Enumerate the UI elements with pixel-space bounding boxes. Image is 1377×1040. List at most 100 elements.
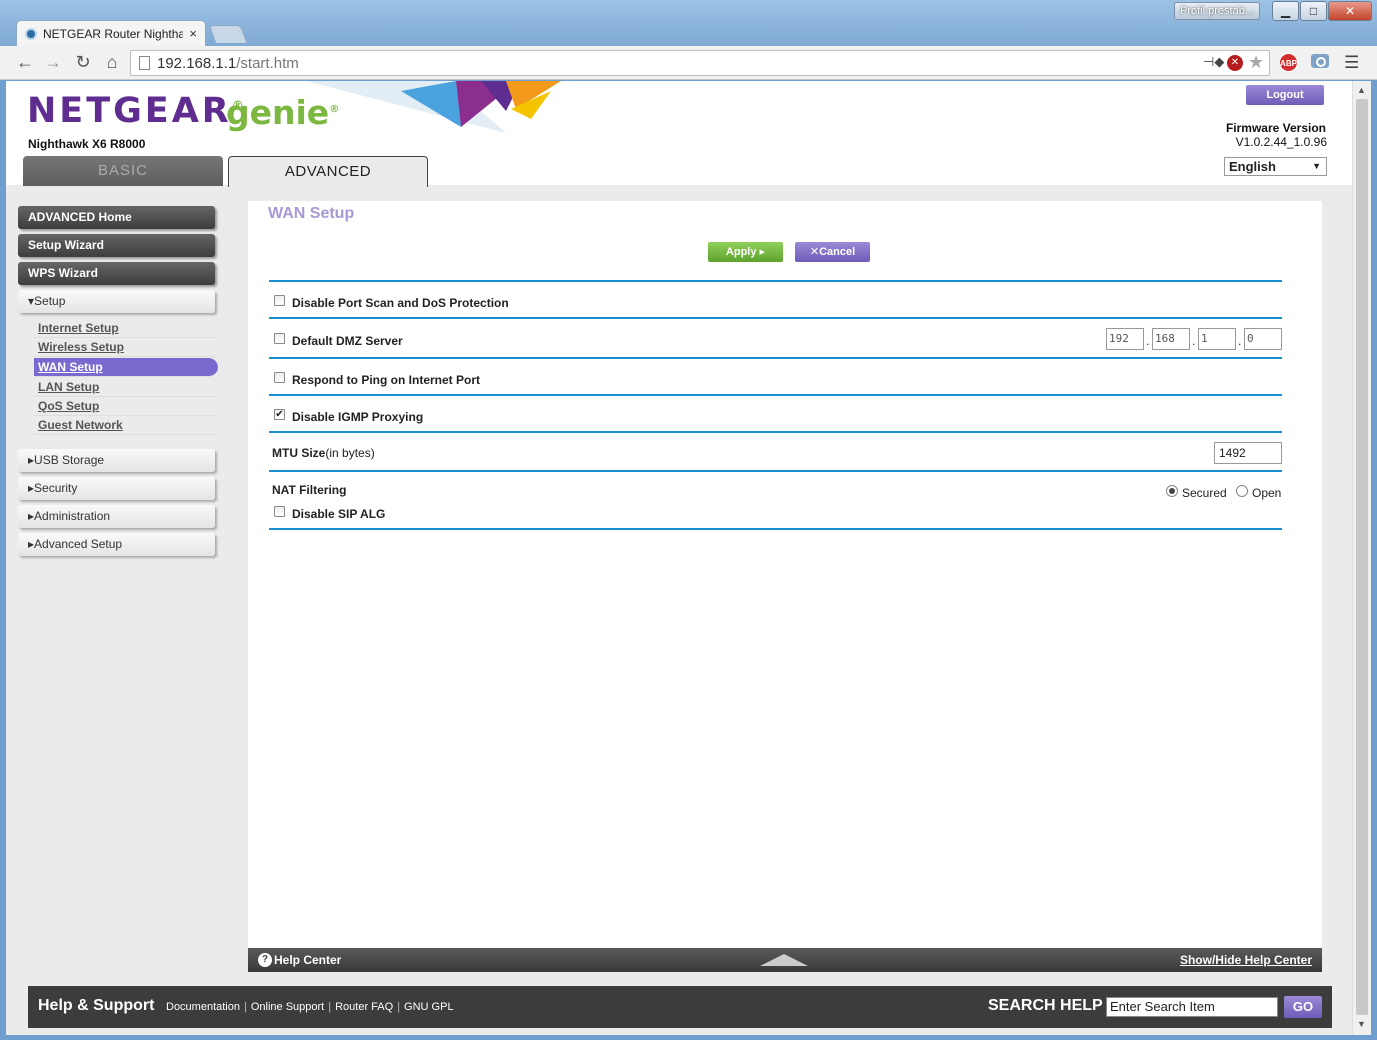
search-help-label: SEARCH HELP	[988, 997, 1103, 1014]
back-icon[interactable]: ←	[14, 51, 36, 73]
nat-open-label: Open	[1252, 486, 1282, 500]
tab-title: NETGEAR Router Nightha	[43, 26, 184, 41]
cancel-button[interactable]: ✕Cancel	[795, 242, 870, 262]
search-input[interactable]: Enter Search Item	[1106, 997, 1278, 1017]
address-bar[interactable]: 192.168.1.1/start.htm ⊣◆ ✕ ★	[130, 50, 1270, 76]
tab-basic[interactable]: BASIC	[23, 156, 223, 186]
brand-graphic	[306, 81, 561, 133]
sidebar-item-qos-setup[interactable]: QoS Setup	[34, 397, 216, 416]
new-tab-button[interactable]	[208, 25, 248, 43]
sidebar-wps-wizard[interactable]: WPS Wizard	[18, 262, 215, 285]
page-viewport: NETGEAR® genie® Nighthawk X6 R8000 Logou…	[6, 81, 1352, 1035]
ip-dot: .	[1146, 334, 1150, 348]
star-icon[interactable]: ★	[1248, 52, 1264, 73]
port-scan-label: Disable Port Scan and DoS Protection	[292, 296, 509, 310]
chevron-down-icon: ▼	[1312, 161, 1321, 171]
mtu-input[interactable]: 1492	[1214, 442, 1282, 464]
help-icon: ?	[258, 953, 272, 967]
gnu-gpl-link[interactable]: GNU GPL	[404, 1001, 454, 1013]
sidebar-setup[interactable]: ▾Setup	[18, 290, 215, 313]
sidebar-administration[interactable]: ▸Administration	[18, 505, 215, 528]
sidebar-advanced-home[interactable]: ADVANCED Home	[18, 206, 215, 229]
dmz-ip-octet-3[interactable]: 1	[1198, 328, 1236, 350]
camera-icon[interactable]	[1311, 54, 1329, 68]
footer-links: Documentation | Online Support | Router FAQ |…	[166, 1001, 454, 1013]
scroll-thumb[interactable]	[1356, 99, 1368, 1015]
page-icon	[139, 56, 150, 70]
ping-checkbox[interactable]	[274, 372, 285, 383]
reload-icon[interactable]: ↻	[72, 51, 94, 73]
minimize-icon[interactable]: ▁	[1272, 1, 1299, 21]
close-icon[interactable]: ✕	[1328, 1, 1372, 21]
tab-close-icon[interactable]: ×	[189, 26, 197, 41]
divider	[269, 431, 1282, 433]
sidebar-item-wan-setup[interactable]: WAN Setup	[34, 358, 218, 377]
documentation-link[interactable]: Documentation	[166, 1001, 240, 1013]
play-icon: ▸	[759, 246, 766, 258]
help-center-bar: ? Help Center Show/Hide Help Center	[248, 948, 1322, 972]
help-center-label[interactable]: Help Center	[274, 953, 341, 967]
ping-label: Respond to Ping on Internet Port	[292, 373, 480, 387]
sidebar-item-lan-setup[interactable]: LAN Setup	[34, 378, 216, 397]
scroll-up-icon[interactable]: ▲	[1357, 85, 1366, 95]
menu-icon[interactable]: ☰	[1344, 53, 1359, 73]
maximize-icon[interactable]: □	[1300, 1, 1327, 21]
browser-toolbar: ← → ↻ ⌂ 192.168.1.1/start.htm ⊣◆ ✕ ★	[0, 46, 1377, 80]
show-hide-help-link[interactable]: Show/Hide Help Center	[1180, 953, 1312, 967]
port-scan-checkbox[interactable]	[274, 295, 285, 306]
sidebar-item-internet-setup[interactable]: Internet Setup	[34, 319, 216, 338]
browser-tab[interactable]: NETGEAR Router Nightha ×	[16, 20, 206, 46]
logout-button[interactable]: Logout	[1246, 85, 1324, 105]
dmz-ip-octet-1[interactable]: 192	[1106, 328, 1144, 350]
close-icon: ✕	[809, 246, 820, 258]
divider	[269, 528, 1282, 530]
firmware-label: Firmware Version	[1225, 121, 1326, 135]
igmp-checkbox[interactable]: ✔	[274, 409, 285, 420]
home-icon[interactable]: ⌂	[101, 51, 123, 73]
divider	[269, 394, 1282, 396]
pin-icon[interactable]: ⊣◆	[1203, 54, 1224, 70]
profile-button[interactable]: Profil prestab...	[1174, 2, 1260, 20]
divider	[269, 470, 1282, 472]
footer: Help & Support Documentation | Online Supp…	[28, 986, 1332, 1028]
main-content: WAN Setup Apply ▸ ✕Cancel Disable Port S…	[248, 201, 1322, 971]
sidebar-item-wireless-setup[interactable]: Wireless Setup	[34, 338, 216, 357]
adblock-icon[interactable]: ABP	[1279, 53, 1298, 72]
sidebar-item-guest-network[interactable]: Guest Network	[34, 416, 216, 435]
apply-button[interactable]: Apply ▸	[708, 242, 783, 262]
nat-open-radio[interactable]	[1236, 485, 1248, 497]
blocked-icon[interactable]: ✕	[1227, 55, 1243, 71]
page-title: WAN Setup	[268, 205, 355, 222]
sidebar-setup-wizard[interactable]: Setup Wizard	[18, 234, 215, 257]
dmz-label: Default DMZ Server	[292, 334, 403, 348]
sidebar-security[interactable]: ▸Security	[18, 477, 215, 500]
sip-alg-label: Disable SIP ALG	[292, 507, 386, 521]
chevron-up-icon[interactable]	[760, 954, 808, 966]
netgear-logo: NETGEAR®	[27, 91, 247, 131]
language-select[interactable]: English ▼	[1224, 157, 1327, 176]
go-button[interactable]: GO	[1284, 996, 1322, 1018]
tab-advanced[interactable]: ADVANCED	[228, 156, 428, 187]
scroll-down-icon[interactable]: ▼	[1357, 1019, 1366, 1029]
address-text[interactable]: 192.168.1.1/start.htm	[157, 55, 299, 72]
forward-icon[interactable]: →	[42, 51, 64, 73]
sidebar-usb-storage[interactable]: ▸USB Storage	[18, 449, 215, 472]
divider	[269, 280, 1282, 282]
divider	[269, 317, 1282, 319]
sidebar-advanced-setup[interactable]: ▸Advanced Setup	[18, 533, 215, 556]
ip-dot: .	[1192, 334, 1196, 348]
firmware-value: V1.0.2.44_1.0.96	[1235, 135, 1327, 149]
footer-title: Help & Support	[38, 997, 155, 1014]
router-faq-link[interactable]: Router FAQ	[335, 1001, 393, 1013]
model-name: Nighthawk X6 R8000	[28, 137, 146, 151]
scrollbar[interactable]: ▲ ▼	[1352, 81, 1371, 1035]
online-support-link[interactable]: Online Support	[251, 1001, 324, 1013]
sip-alg-checkbox[interactable]	[274, 506, 285, 517]
nat-filtering-label: NAT Filtering	[272, 483, 347, 497]
dmz-ip-octet-4[interactable]: 0	[1244, 328, 1282, 350]
dmz-checkbox[interactable]	[274, 333, 285, 344]
divider	[269, 357, 1282, 359]
mtu-label: MTU Size(in bytes)	[272, 446, 375, 460]
nat-secured-radio[interactable]	[1166, 485, 1178, 497]
dmz-ip-octet-2[interactable]: 168	[1152, 328, 1190, 350]
